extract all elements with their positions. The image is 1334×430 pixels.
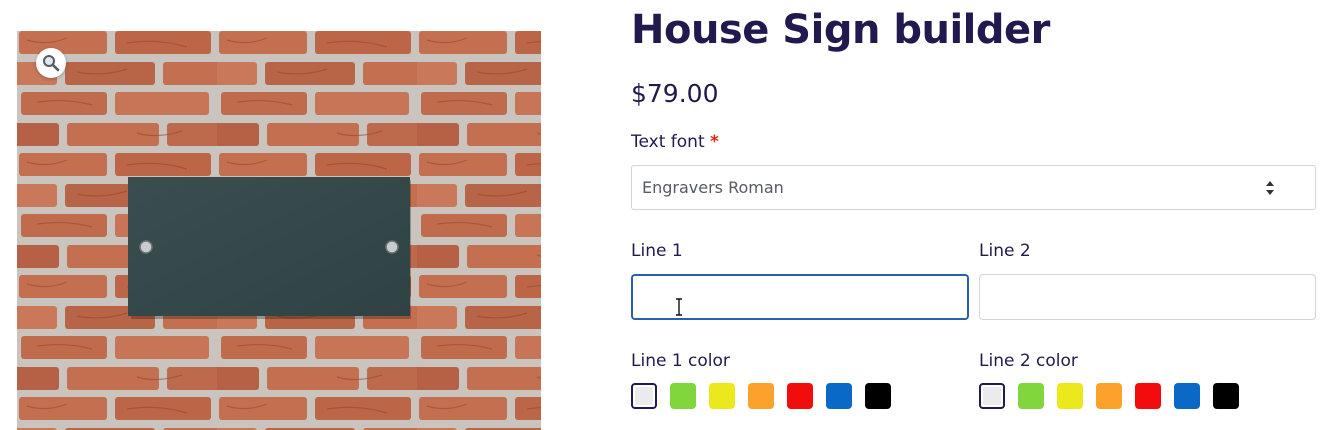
select-arrows-icon: [1266, 181, 1274, 195]
product-gallery[interactable]: [17, 31, 541, 430]
line1-input-wrapper: [631, 274, 969, 320]
color-swatch[interactable]: [979, 383, 1005, 409]
line2-label: Line 2: [979, 241, 1031, 261]
line2-color-swatches: [979, 383, 1239, 409]
line1-label: Line 1: [631, 241, 683, 261]
color-swatch[interactable]: [826, 383, 852, 409]
color-swatch[interactable]: [865, 383, 891, 409]
text-font-select[interactable]: Engravers Roman: [631, 165, 1316, 210]
color-swatch[interactable]: [709, 383, 735, 409]
text-font-label: Text font *: [631, 132, 719, 152]
sign-plate: [128, 177, 410, 316]
product-title: House Sign builder: [631, 7, 1050, 53]
color-swatch[interactable]: [670, 383, 696, 409]
color-swatch[interactable]: [1213, 383, 1239, 409]
line1-color-label: Line 1 color: [631, 351, 730, 371]
text-font-label-text: Text font: [631, 132, 705, 152]
line2-input-wrapper: [979, 274, 1316, 320]
color-swatch[interactable]: [1018, 383, 1044, 409]
color-swatch[interactable]: [1174, 383, 1200, 409]
line2-color-label: Line 2 color: [979, 351, 1078, 371]
line1-color-swatches: [631, 383, 891, 409]
magnifier-icon: [43, 55, 60, 72]
color-swatch[interactable]: [631, 383, 657, 409]
text-font-selected-value: Engravers Roman: [642, 178, 784, 197]
zoom-button[interactable]: [36, 48, 66, 78]
required-mark: *: [710, 132, 719, 152]
color-swatch[interactable]: [787, 383, 813, 409]
color-swatch[interactable]: [1135, 383, 1161, 409]
line2-input[interactable]: [980, 275, 1315, 319]
color-swatch[interactable]: [1096, 383, 1122, 409]
color-swatch[interactable]: [748, 383, 774, 409]
color-swatch[interactable]: [1057, 383, 1083, 409]
text-cursor-icon: [676, 298, 682, 316]
product-price: $79.00: [631, 79, 719, 108]
product-image: [17, 31, 541, 430]
